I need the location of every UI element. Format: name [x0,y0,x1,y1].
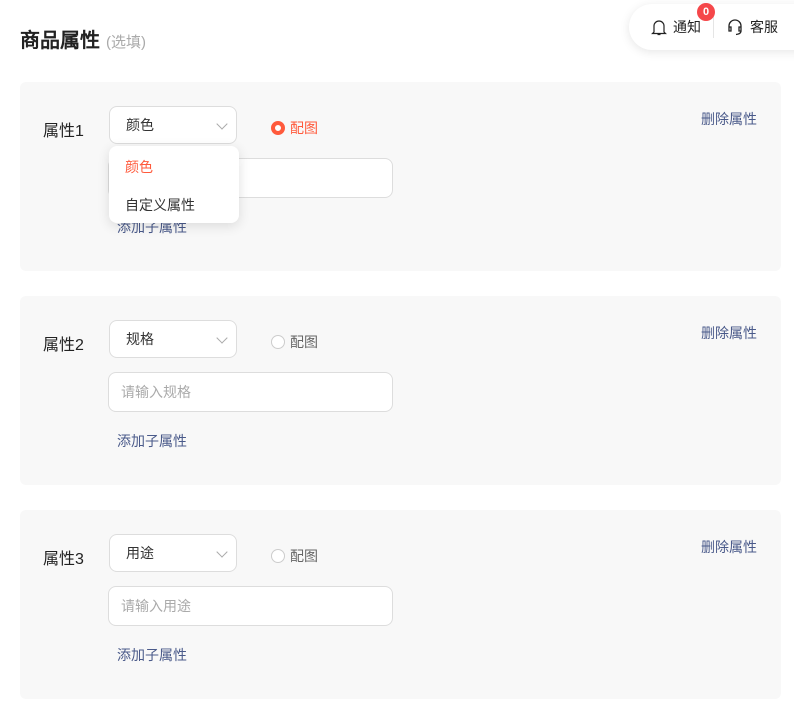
notify-button[interactable]: 通知 0 [651,3,715,37]
image-radio[interactable]: 配图 [271,546,318,566]
radio-label: 配图 [290,334,318,350]
attribute-type-select[interactable]: 规格 [109,320,237,358]
notify-label: 通知 [673,19,701,35]
attribute-card-2: 属性2 规格 配图 添加子属性 删除属性 [20,296,781,485]
attribute-label: 属性1 [43,123,84,140]
delete-attribute-link[interactable]: 删除属性 [701,323,757,343]
radio-icon [271,549,285,563]
service-label: 客服 [750,19,778,35]
optional-hint: (选填) [106,34,146,51]
attribute-type-select[interactable]: 颜色 [109,106,237,144]
headset-icon [728,19,742,36]
bell-icon [651,19,667,35]
radio-icon [271,335,285,349]
service-button[interactable]: 客服 [726,17,778,37]
select-value: 规格 [126,331,154,347]
attribute-card-3: 属性3 用途 配图 添加子属性 删除属性 [20,510,781,699]
delete-attribute-link[interactable]: 删除属性 [701,109,757,129]
radio-label: 配图 [290,548,318,564]
add-sub-attribute-link[interactable]: 添加子属性 [117,645,187,665]
divider [713,16,714,38]
image-radio[interactable]: 配图 [271,332,318,352]
radio-label: 配图 [290,120,318,136]
radio-icon [271,121,285,135]
attribute-value-input[interactable] [108,586,393,626]
dropdown-option-custom[interactable]: 自定义属性 [125,195,195,215]
topbar: 通知 0 客服 [629,3,794,50]
chevron-down-icon [216,332,228,344]
chevron-down-icon [216,118,228,130]
attribute-label: 属性2 [43,337,84,354]
select-value: 用途 [126,545,154,561]
page-title: 商品属性 (选填) [20,24,146,53]
attribute-value-input[interactable] [108,372,393,412]
select-value: 颜色 [126,117,154,133]
notify-badge: 0 [697,3,715,21]
image-radio[interactable]: 配图 [271,118,318,138]
attribute-type-select[interactable]: 用途 [109,534,237,572]
add-sub-attribute-link[interactable]: 添加子属性 [117,431,187,451]
attribute-label: 属性3 [43,551,84,568]
chevron-down-icon [216,546,228,558]
delete-attribute-link[interactable]: 删除属性 [701,537,757,557]
title-text: 商品属性 [20,30,100,52]
attribute-type-dropdown: 颜色 自定义属性 [109,146,239,223]
dropdown-option-color[interactable]: 颜色 [125,157,153,177]
